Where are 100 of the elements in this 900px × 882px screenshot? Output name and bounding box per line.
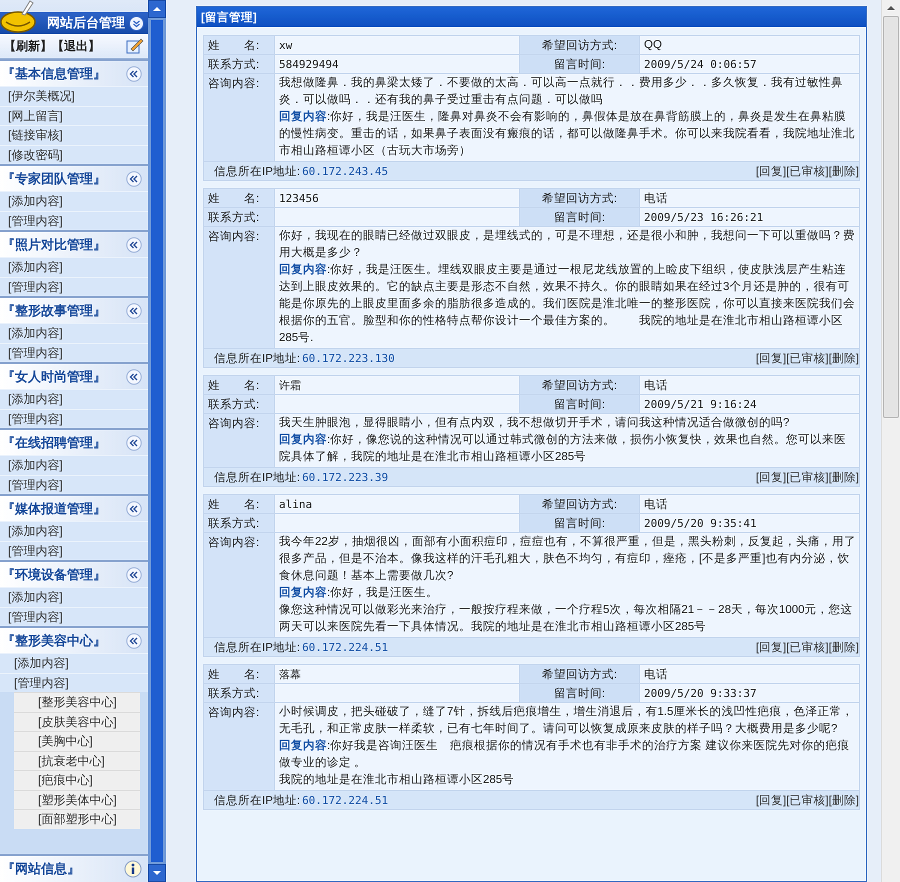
section-header[interactable]: 『媒体报道管理』: [0, 494, 148, 521]
toolbar-link[interactable]: 【退出】: [52, 38, 100, 54]
sidebar-subitem[interactable]: [塑形美体中心]: [14, 790, 140, 809]
table-cell: QQ: [640, 36, 860, 54]
section-title: 『整形故事管理』: [2, 302, 106, 320]
chevron-down-icon[interactable]: [129, 16, 144, 30]
sidebar-item[interactable]: [添加内容]: [0, 389, 148, 408]
collapse-icon[interactable]: [126, 302, 142, 318]
sidebar-item[interactable]: [管理内容]: [0, 540, 148, 560]
sidebar-item[interactable]: [添加内容]: [0, 521, 148, 540]
ip-address: 60.172.224.51: [302, 794, 388, 806]
question-text: 小时候调皮，把头碰破了，缝了7针，拆线后疤痕增生，增生消退后，有1.5厘米长的浅凹性疤痕，色泽正常，无毛孔，和正常皮肤一样柔软，已有七年时间了。请问可以恢复成原来皮肤的样子吗？大概费用是多少呢?: [279, 704, 854, 737]
collapse-icon[interactable]: [126, 236, 142, 252]
field-label: 留言时间:: [520, 54, 640, 74]
action-link[interactable]: [回复]: [756, 164, 786, 178]
ip-label: 信息所在IP地址:: [214, 640, 300, 654]
section-header[interactable]: 『环境设备管理』: [0, 560, 148, 587]
section-header[interactable]: 『整形故事管理』: [0, 296, 148, 323]
table-cell: 584929494: [274, 54, 520, 74]
action-link[interactable]: [已审核]: [786, 350, 829, 366]
field-label: 联系方式:: [204, 514, 274, 532]
action-link[interactable]: [删除]: [828, 350, 859, 366]
action-link[interactable]: [回复]: [756, 470, 786, 484]
sidebar-item[interactable]: [修改密码]: [0, 144, 148, 164]
action-link[interactable]: [删除]: [828, 470, 859, 484]
field-label: 希望回访方式:: [520, 188, 640, 208]
collapse-icon[interactable]: [126, 632, 142, 648]
table-cell: 2009/5/21 9:16:24: [640, 394, 860, 414]
scroll-up-icon[interactable]: [148, 0, 166, 18]
pencil-note-icon[interactable]: [126, 38, 144, 54]
collapse-icon[interactable]: [126, 500, 142, 516]
sidebar-subitem[interactable]: [皮肤美容中心]: [14, 712, 140, 731]
ip-label: 信息所在IP地址:: [214, 164, 300, 178]
sidebar-item[interactable]: [管理内容]: [0, 210, 148, 230]
action-link[interactable]: [删除]: [828, 640, 859, 654]
sidebar-item[interactable]: [添加内容]: [0, 587, 148, 606]
action-link[interactable]: [删除]: [828, 792, 859, 808]
sidebar-item[interactable]: [管理内容]: [0, 474, 148, 494]
sidebar-subitem[interactable]: [抗衰老中心]: [14, 750, 140, 770]
section-header[interactable]: 『网站信息』: [0, 854, 148, 882]
collapse-icon[interactable]: [126, 368, 142, 384]
sidebar-item[interactable]: [管理内容]: [0, 672, 148, 692]
toolbar-link[interactable]: 【刷新】: [4, 38, 52, 54]
action-link[interactable]: [回复]: [756, 640, 786, 654]
section-title: 『在线招聘管理』: [2, 434, 106, 452]
field-label: 咨询内容:: [204, 532, 274, 638]
section-title: 『专家团队管理』: [2, 170, 106, 188]
field-label: 希望回访方式:: [520, 494, 640, 514]
action-link[interactable]: [已审核]: [786, 470, 829, 484]
section-header[interactable]: 『在线招聘管理』: [0, 428, 148, 455]
sidebar-item[interactable]: [伊尔美概况]: [0, 86, 148, 106]
sidebar-item[interactable]: [添加内容]: [0, 257, 148, 276]
section-header[interactable]: 『整形美容中心』: [0, 626, 148, 653]
sidebar-item[interactable]: [添加内容]: [0, 323, 148, 342]
sidebar-subitem[interactable]: [疤痕中心]: [14, 770, 140, 790]
sidebar-item[interactable]: [添加内容]: [0, 653, 148, 672]
sidebar-item[interactable]: [添加内容]: [0, 455, 148, 474]
sidebar-item[interactable]: [管理内容]: [0, 342, 148, 362]
section-header[interactable]: 『照片对比管理』: [0, 230, 148, 257]
collapse-icon[interactable]: [126, 66, 142, 82]
scroll-down-icon[interactable]: [148, 864, 166, 882]
sidebar-item[interactable]: [网上留言]: [0, 106, 148, 125]
field-label: 姓 名:: [204, 36, 274, 54]
action-link[interactable]: [回复]: [756, 792, 786, 808]
section-header[interactable]: 『专家团队管理』: [0, 164, 148, 191]
sidebar-scrollbar[interactable]: [148, 0, 166, 882]
field-label: 留言时间:: [520, 514, 640, 532]
info-icon[interactable]: [124, 860, 142, 878]
collapse-icon[interactable]: [126, 434, 142, 450]
field-label: 姓 名:: [204, 664, 274, 684]
sidebar-item[interactable]: [管理内容]: [0, 276, 148, 296]
question-text: 我今年22岁，抽烟很凶，面部有小面积痘印，痘痘也有，不算很严重，但是，黑头粉刺，反复起，头痛，用了很多产品，但是不治本。像我这样的汗毛孔粗大，肤色不均匀，有痘印，痤疮，[不是多严重]也有内分泌，饮食休息问题！基本上需要做几次?: [279, 534, 857, 584]
reply-text: 回复内容:你好，像您说的这种情况可以通过韩式微创的方法来做，损伤小恢复快，效果也自然。您可以来医院具体了解，我院的地址是在淮北市相山路桓谭小区285号: [279, 432, 848, 465]
section-header[interactable]: 『女人时尚管理』: [0, 362, 148, 389]
scroll-thumb[interactable]: [883, 16, 899, 418]
table-cell: 落幕: [274, 664, 520, 684]
field-label: 留言时间:: [520, 208, 640, 226]
sidebar-item[interactable]: [管理内容]: [0, 606, 148, 626]
sidebar-subitem[interactable]: [面部塑形中心]: [14, 809, 140, 828]
ip-address: 60.172.223.39: [302, 470, 388, 484]
action-link[interactable]: [已审核]: [786, 792, 829, 808]
section-title: 『媒体报道管理』: [2, 500, 106, 518]
sidebar-item[interactable]: [链接审核]: [0, 125, 148, 144]
table-cell: 123456: [274, 188, 520, 208]
sidebar-subitem[interactable]: [整形美容中心]: [14, 692, 140, 712]
field-label: 姓 名:: [204, 494, 274, 514]
field-label: 留言时间:: [520, 684, 640, 702]
action-link[interactable]: [回复]: [756, 350, 786, 366]
action-link[interactable]: [删除]: [828, 164, 859, 178]
sidebar-subitem[interactable]: [美胸中心]: [14, 731, 140, 750]
section-header[interactable]: 『基本信息管理』: [0, 59, 148, 86]
collapse-icon[interactable]: [126, 566, 142, 582]
action-link[interactable]: [已审核]: [786, 164, 829, 178]
field-label: 咨询内容:: [204, 702, 274, 790]
action-link[interactable]: [已审核]: [786, 640, 829, 654]
table-cell: 许霜: [274, 376, 520, 394]
sidebar-item[interactable]: [管理内容]: [0, 408, 148, 428]
sidebar-item[interactable]: [添加内容]: [0, 191, 148, 210]
collapse-icon[interactable]: [126, 170, 142, 186]
page-scrollbar[interactable]: [881, 0, 900, 882]
